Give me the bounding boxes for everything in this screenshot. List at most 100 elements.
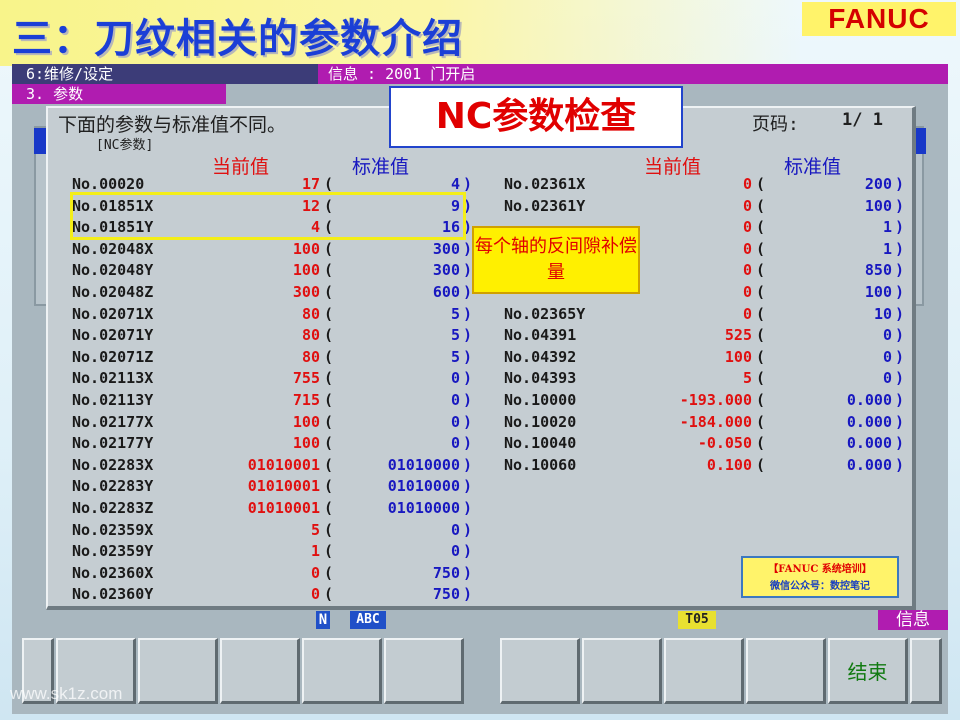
parameter-row[interactable]: No.10000 -193.000 0.000 (): [504, 390, 904, 411]
standard-value: 100: [864, 196, 892, 215]
parameter-row[interactable]: No.10020 -184.000 0.000 (): [504, 412, 904, 433]
standard-value: 0: [450, 369, 460, 388]
parameter-row[interactable]: No.10040 -0.050 0.000 (): [504, 433, 904, 454]
current-value: 5: [310, 520, 320, 539]
close-paren: ): [894, 261, 904, 280]
parameter-row[interactable]: No.02048Z 300 600 (): [72, 282, 472, 303]
parameter-row[interactable]: No.02071Y 80 5 (): [72, 325, 472, 346]
softkey-4[interactable]: [220, 638, 300, 704]
current-value: 0: [742, 239, 752, 258]
open-paren: (: [756, 347, 766, 366]
open-paren: (: [324, 347, 334, 366]
parameter-number: No.04391: [504, 326, 577, 345]
current-value: 0: [742, 261, 752, 280]
parameter-row[interactable]: No.02177Y 100 0 (): [72, 433, 472, 454]
parameter-row[interactable]: No.02071X 80 5 (): [72, 304, 472, 325]
standard-value: 5: [450, 304, 460, 323]
open-paren: (: [324, 391, 334, 409]
current-value: 0: [742, 218, 752, 237]
parameter-number: No.02365Y: [504, 304, 586, 323]
cnc-screen: 6:维修/设定 信息 : 2001 门开启 3. 参数 下面的参数与标准值不同。…: [12, 64, 948, 714]
open-paren: (: [324, 563, 334, 582]
parameter-row[interactable]: No.02283X 01010001 01010000 (): [72, 455, 472, 476]
parameter-row[interactable]: No.04392 100 0 (): [504, 347, 904, 368]
current-value: 755: [292, 369, 320, 388]
dialog-heading: 下面的参数与标准值不同。: [58, 114, 287, 136]
parameter-row[interactable]: No.02359X 5 0 (): [72, 520, 472, 541]
parameter-number: No.02071X: [72, 304, 154, 323]
open-paren: (: [324, 412, 334, 431]
parameter-number: No.02283X: [72, 455, 154, 474]
page-number: 1/ 1: [842, 110, 883, 130]
open-paren: (: [756, 304, 766, 323]
parameter-number: No.02360X: [72, 563, 154, 582]
softkey-10[interactable]: [746, 638, 826, 704]
highlight-box: [70, 192, 466, 240]
close-paren: ): [894, 455, 904, 474]
standard-value: 750: [432, 585, 460, 604]
softkey-6[interactable]: [384, 638, 464, 704]
parameter-row[interactable]: No.04393 5 0 (): [504, 368, 904, 389]
parameter-number: No.02113X: [72, 369, 154, 388]
parameter-row[interactable]: No.02113Y 715 0 (): [72, 390, 472, 411]
open-paren: (: [324, 477, 334, 496]
parameter-row[interactable]: No.04391 525 0 (): [504, 325, 904, 346]
close-paren: ): [462, 261, 472, 280]
parameter-row[interactable]: No.02360Y 0 750 (): [72, 584, 472, 605]
dialog-subheading: [NC参数]: [96, 138, 154, 153]
parameter-number: No.02361X: [504, 175, 586, 193]
standard-value: 5: [450, 326, 460, 345]
standard-value: 1: [882, 239, 892, 258]
close-paren: ): [462, 304, 472, 323]
parameter-row[interactable]: No.02283Y 01010001 01010000 (): [72, 476, 472, 497]
softkey-9[interactable]: [664, 638, 744, 704]
softkey-8[interactable]: [582, 638, 662, 704]
standard-value: 0.000: [846, 391, 892, 409]
standard-value: 10: [873, 304, 892, 323]
close-paren: ): [462, 542, 472, 561]
softkey-7[interactable]: [500, 638, 580, 704]
standard-value: 0.000: [846, 412, 892, 431]
current-value: 100: [292, 434, 320, 453]
open-paren: (: [756, 196, 766, 215]
close-paren: ): [462, 326, 472, 345]
standard-value: 0: [450, 412, 460, 431]
standard-value: 0: [882, 347, 892, 366]
parameter-row[interactable]: No.02048X 100 300 (): [72, 239, 472, 260]
softkey-12[interactable]: [910, 638, 942, 704]
softkey-end[interactable]: 结束: [828, 638, 908, 704]
parameter-row[interactable]: No.10060 0.100 0.000 (): [504, 455, 904, 476]
open-paren: (: [756, 455, 766, 474]
close-paren: ): [894, 434, 904, 453]
parameter-number: No.04393: [504, 369, 577, 388]
parameter-row[interactable]: No.02071Z 80 5 (): [72, 347, 472, 368]
close-paren: ): [894, 347, 904, 366]
parameter-row[interactable]: No.02365Y 0 10 (): [504, 304, 904, 325]
parameter-row[interactable]: No.02177X 100 0 (): [72, 412, 472, 433]
parameter-number: No.02113Y: [72, 391, 154, 409]
backlash-callout: 每个轴的反间隙补偿量: [472, 226, 640, 294]
parameter-row[interactable]: No.02361Y 0 100 (): [504, 196, 904, 217]
softkey-3[interactable]: [138, 638, 218, 704]
parameter-row[interactable]: No.02283Z 01010001 01010000 (): [72, 498, 472, 519]
parameter-number: No.04392: [504, 347, 577, 366]
softkey-5[interactable]: [302, 638, 382, 704]
parameter-row[interactable]: No.02359Y 1 0 (): [72, 541, 472, 562]
parameter-number: No.02071Y: [72, 326, 154, 345]
parameter-number: No.02048X: [72, 239, 154, 258]
open-paren: (: [756, 391, 766, 409]
status-n: N: [316, 611, 330, 629]
open-paren: (: [324, 283, 334, 301]
parameter-row[interactable]: No.02113X 755 0 (): [72, 368, 472, 389]
parameter-number: No.02048Y: [72, 261, 154, 280]
standard-value: 0: [882, 369, 892, 388]
parameter-row[interactable]: No.02048Y 100 300 (): [72, 260, 472, 281]
current-value: 0.100: [706, 455, 752, 474]
parameter-number: No.02177X: [72, 412, 154, 431]
standard-value: 0: [882, 326, 892, 345]
parameter-number: No.10020: [504, 412, 577, 431]
standard-value: 0: [450, 542, 460, 561]
standard-value: 600: [432, 283, 460, 301]
parameter-row[interactable]: No.02361X 0 200 (): [504, 174, 904, 195]
parameter-row[interactable]: No.02360X 0 750 (): [72, 563, 472, 584]
